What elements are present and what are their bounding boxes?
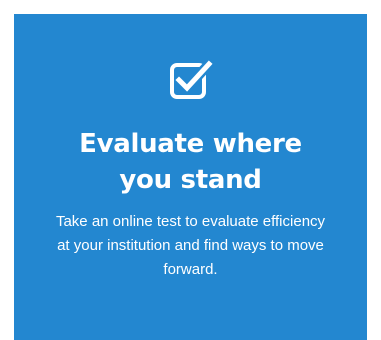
card-description-line: Take an online test to evaluate efficien… [55,213,326,230]
card-title-line: you stand [119,165,262,195]
card-description: Take an online test to evaluate efficien… [36,210,345,282]
evaluate-card[interactable]: Evaluate where you stand Take an online … [14,14,367,340]
card-description-line: at your institution and find ways to mov… [57,237,324,254]
card-description-line: forward. [163,261,218,278]
card-title: Evaluate where you stand [14,126,367,198]
card-title-line: Evaluate where [79,129,302,159]
checkbox-checked-icon [14,56,367,102]
